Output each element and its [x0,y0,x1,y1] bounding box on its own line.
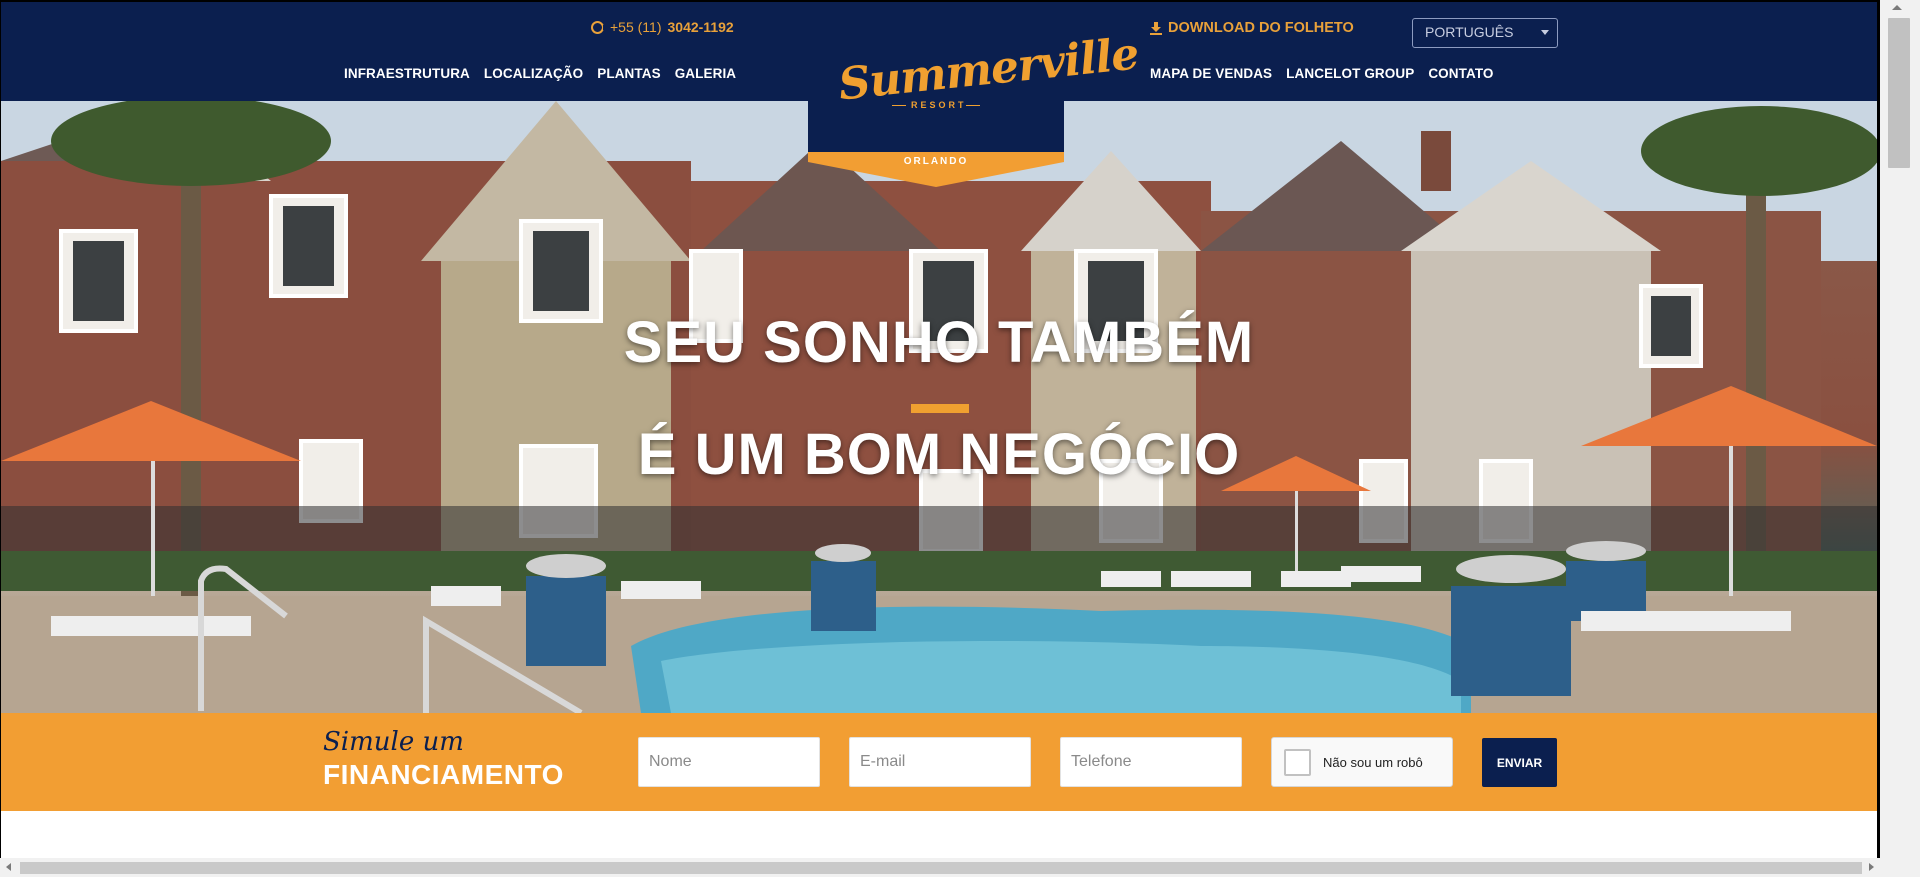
chevron-down-icon [1541,30,1549,35]
nav-right: MAPA DE VENDAS LANCELOT GROUP CONTATO [1150,66,1494,81]
phone-number: 3042-1192 [667,19,734,35]
horizontal-scrollbar[interactable] [0,858,1880,877]
language-selected: PORTUGUÊS [1425,24,1514,40]
name-field[interactable] [638,737,820,787]
nav-item-contato[interactable]: CONTATO [1428,66,1493,81]
logo-city: ORLANDO [903,156,969,167]
logo-subtitle: RESORT [911,100,967,110]
recaptcha-checkbox[interactable] [1284,748,1311,776]
financing-prefix: Simule um [323,727,464,757]
nav-item-infraestrutura[interactable]: INFRAESTRUTURA [344,66,470,81]
nav-item-galeria[interactable]: GALERIA [675,66,736,81]
phone-contact[interactable]: +55 (11) 3042-1192 [591,19,734,35]
scroll-up-icon[interactable] [1892,5,1902,10]
logo-rule-right [966,105,980,106]
financing-title: FINANCIAMENTO [323,759,564,790]
download-label: DOWNLOAD DO FOLHETO [1168,20,1354,36]
phone-icon [591,20,606,34]
page-viewport: SEU SONHO TAMBÉM É UM BOM NEGÓCIO +55 (1… [1,2,1877,858]
vertical-scrollbar[interactable] [1880,0,1920,877]
email-field[interactable] [849,737,1031,787]
nav-item-plantas[interactable]: PLANTAS [597,66,660,81]
hero-headline-line1: SEU SONHO TAMBÉM [623,310,1255,375]
hero-headline-line2: É UM BOM NEGÓCIO [637,422,1241,487]
nav-left: INFRAESTRUTURA LOCALIZAÇÃO PLANTAS GALER… [344,66,736,81]
hero-divider [911,404,969,413]
nav-item-mapa-de-vendas[interactable]: MAPA DE VENDAS [1150,66,1272,81]
nav-item-localizacao[interactable]: LOCALIZAÇÃO [484,66,583,81]
horizontal-scroll-thumb[interactable] [20,862,1862,874]
submit-button[interactable]: ENVIAR [1482,738,1557,787]
language-select[interactable]: PORTUGUÊS [1412,18,1558,48]
recaptcha-label: Não sou um robô [1323,754,1423,770]
browser-frame: SEU SONHO TAMBÉM É UM BOM NEGÓCIO +55 (1… [0,0,1920,877]
phone-prefix: +55 (11) [610,19,662,35]
vertical-scroll-thumb[interactable] [1888,18,1910,168]
scroll-left-icon[interactable] [6,863,11,871]
phone-field[interactable] [1060,737,1242,787]
scroll-right-icon[interactable] [1869,863,1874,871]
logo-rule-left [892,105,906,106]
download-brochure-link[interactable]: DOWNLOAD DO FOLHETO [1150,20,1354,36]
recaptcha-widget: Não sou um robô [1271,737,1453,787]
download-icon [1150,21,1162,35]
hero-banner: SEU SONHO TAMBÉM É UM BOM NEGÓCIO [1,101,1877,713]
nav-item-lancelot-group[interactable]: LANCELOT GROUP [1286,66,1414,81]
financing-bar: Simule um FINANCIAMENTO Não sou um robô … [1,713,1877,811]
site-logo[interactable]: Summerville RESORT ORLANDO [808,22,1141,187]
